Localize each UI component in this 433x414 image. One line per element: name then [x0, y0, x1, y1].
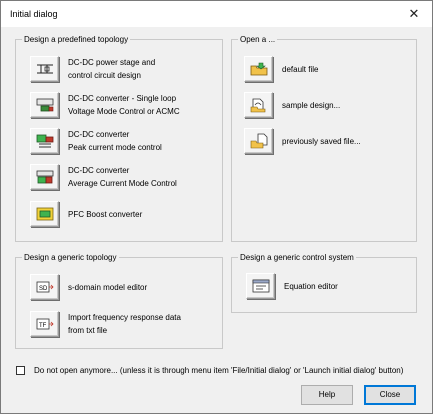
open-item-label: default file [282, 64, 319, 74]
control-item-label: Equation editor [284, 281, 338, 291]
window-title: Initial dialog [10, 9, 58, 19]
s-domain-editor-icon[interactable]: SD [30, 274, 59, 300]
predefined-item-line1: DC-DC converter [68, 130, 130, 139]
do-not-open-row[interactable]: Do not open anymore... (unless it is thr… [16, 366, 403, 375]
close-icon[interactable]: ✕ [402, 4, 426, 24]
predefined-topology-label: Design a predefined topology [22, 34, 131, 45]
generic-item-line1: s-domain model editor [68, 282, 148, 292]
generic-item-line2: from txt file [68, 326, 108, 335]
predefined-item-line2: control circuit design [68, 71, 141, 80]
saved-file-icon[interactable] [244, 128, 273, 154]
generic-control-group: Design a generic control system Equation… [231, 252, 417, 313]
predefined-item-line1: DC-DC converter [68, 166, 130, 175]
help-button[interactable]: Help [301, 385, 353, 405]
generic-topology-label: Design a generic topology [22, 252, 119, 263]
single-loop-converter-icon[interactable] [30, 92, 59, 118]
predefined-item-line1: DC-DC power stage and [68, 58, 156, 67]
open-group-label: Open a ... [238, 34, 278, 45]
frequency-import-icon[interactable]: TF [30, 311, 59, 337]
generic-item-line1: Import frequency response data [68, 313, 181, 322]
sample-design-icon[interactable] [244, 92, 273, 118]
do-not-open-label: Do not open anymore... (unless it is thr… [34, 366, 404, 375]
peak-current-converter-icon[interactable] [30, 128, 59, 154]
average-current-converter-icon[interactable] [30, 164, 59, 190]
predefined-item-line2: Voltage Mode Control or ACMC [68, 107, 180, 116]
predefined-item-line2: Average Current Mode Control [68, 179, 177, 188]
initial-dialog-window: Initial dialog ✕ Design a predefined top… [0, 0, 433, 414]
predefined-item-line1: DC-DC converter - Single loop [68, 94, 177, 103]
predefined-item-line2: Peak current mode control [68, 143, 162, 152]
do-not-open-checkbox[interactable] [16, 366, 25, 375]
power-stage-icon[interactable] [30, 56, 59, 82]
close-button[interactable]: Close [364, 385, 416, 405]
generic-topology-group: Design a generic topology SD s-domain mo… [15, 252, 223, 349]
open-item-default-file[interactable]: default file [244, 56, 318, 82]
open-group: Open a ... default file sample design...… [231, 34, 417, 242]
predefined-item-power-stage[interactable]: DC-DC power stage and control circuit de… [30, 56, 155, 82]
open-item-label: sample design... [282, 100, 341, 110]
control-item-equation-editor[interactable]: Equation editor [246, 273, 338, 299]
equation-editor-icon[interactable] [246, 273, 275, 299]
pfc-boost-icon[interactable] [30, 201, 59, 227]
svg-text:TF: TF [39, 323, 47, 329]
open-item-sample-design[interactable]: sample design... [244, 92, 340, 118]
open-item-label: previously saved file... [282, 136, 361, 146]
open-folder-icon[interactable] [244, 56, 273, 82]
predefined-item-average-current[interactable]: DC-DC converter Average Current Mode Con… [30, 164, 177, 190]
open-item-saved-file[interactable]: previously saved file... [244, 128, 361, 154]
predefined-item-line1: PFC Boost converter [68, 209, 143, 219]
predefined-topology-group: Design a predefined topology DC-DC power… [15, 34, 223, 242]
generic-item-s-domain[interactable]: SD s-domain model editor [30, 274, 147, 300]
title-bar: Initial dialog ✕ [1, 1, 432, 27]
svg-text:SD: SD [39, 286, 48, 292]
generic-item-frequency-import[interactable]: TF Import frequency response data from t… [30, 311, 181, 337]
predefined-item-pfc-boost[interactable]: PFC Boost converter [30, 201, 142, 227]
generic-control-label: Design a generic control system [238, 252, 356, 263]
predefined-item-single-loop[interactable]: DC-DC converter - Single loop Voltage Mo… [30, 92, 180, 118]
predefined-item-peak-current[interactable]: DC-DC converter Peak current mode contro… [30, 128, 162, 154]
